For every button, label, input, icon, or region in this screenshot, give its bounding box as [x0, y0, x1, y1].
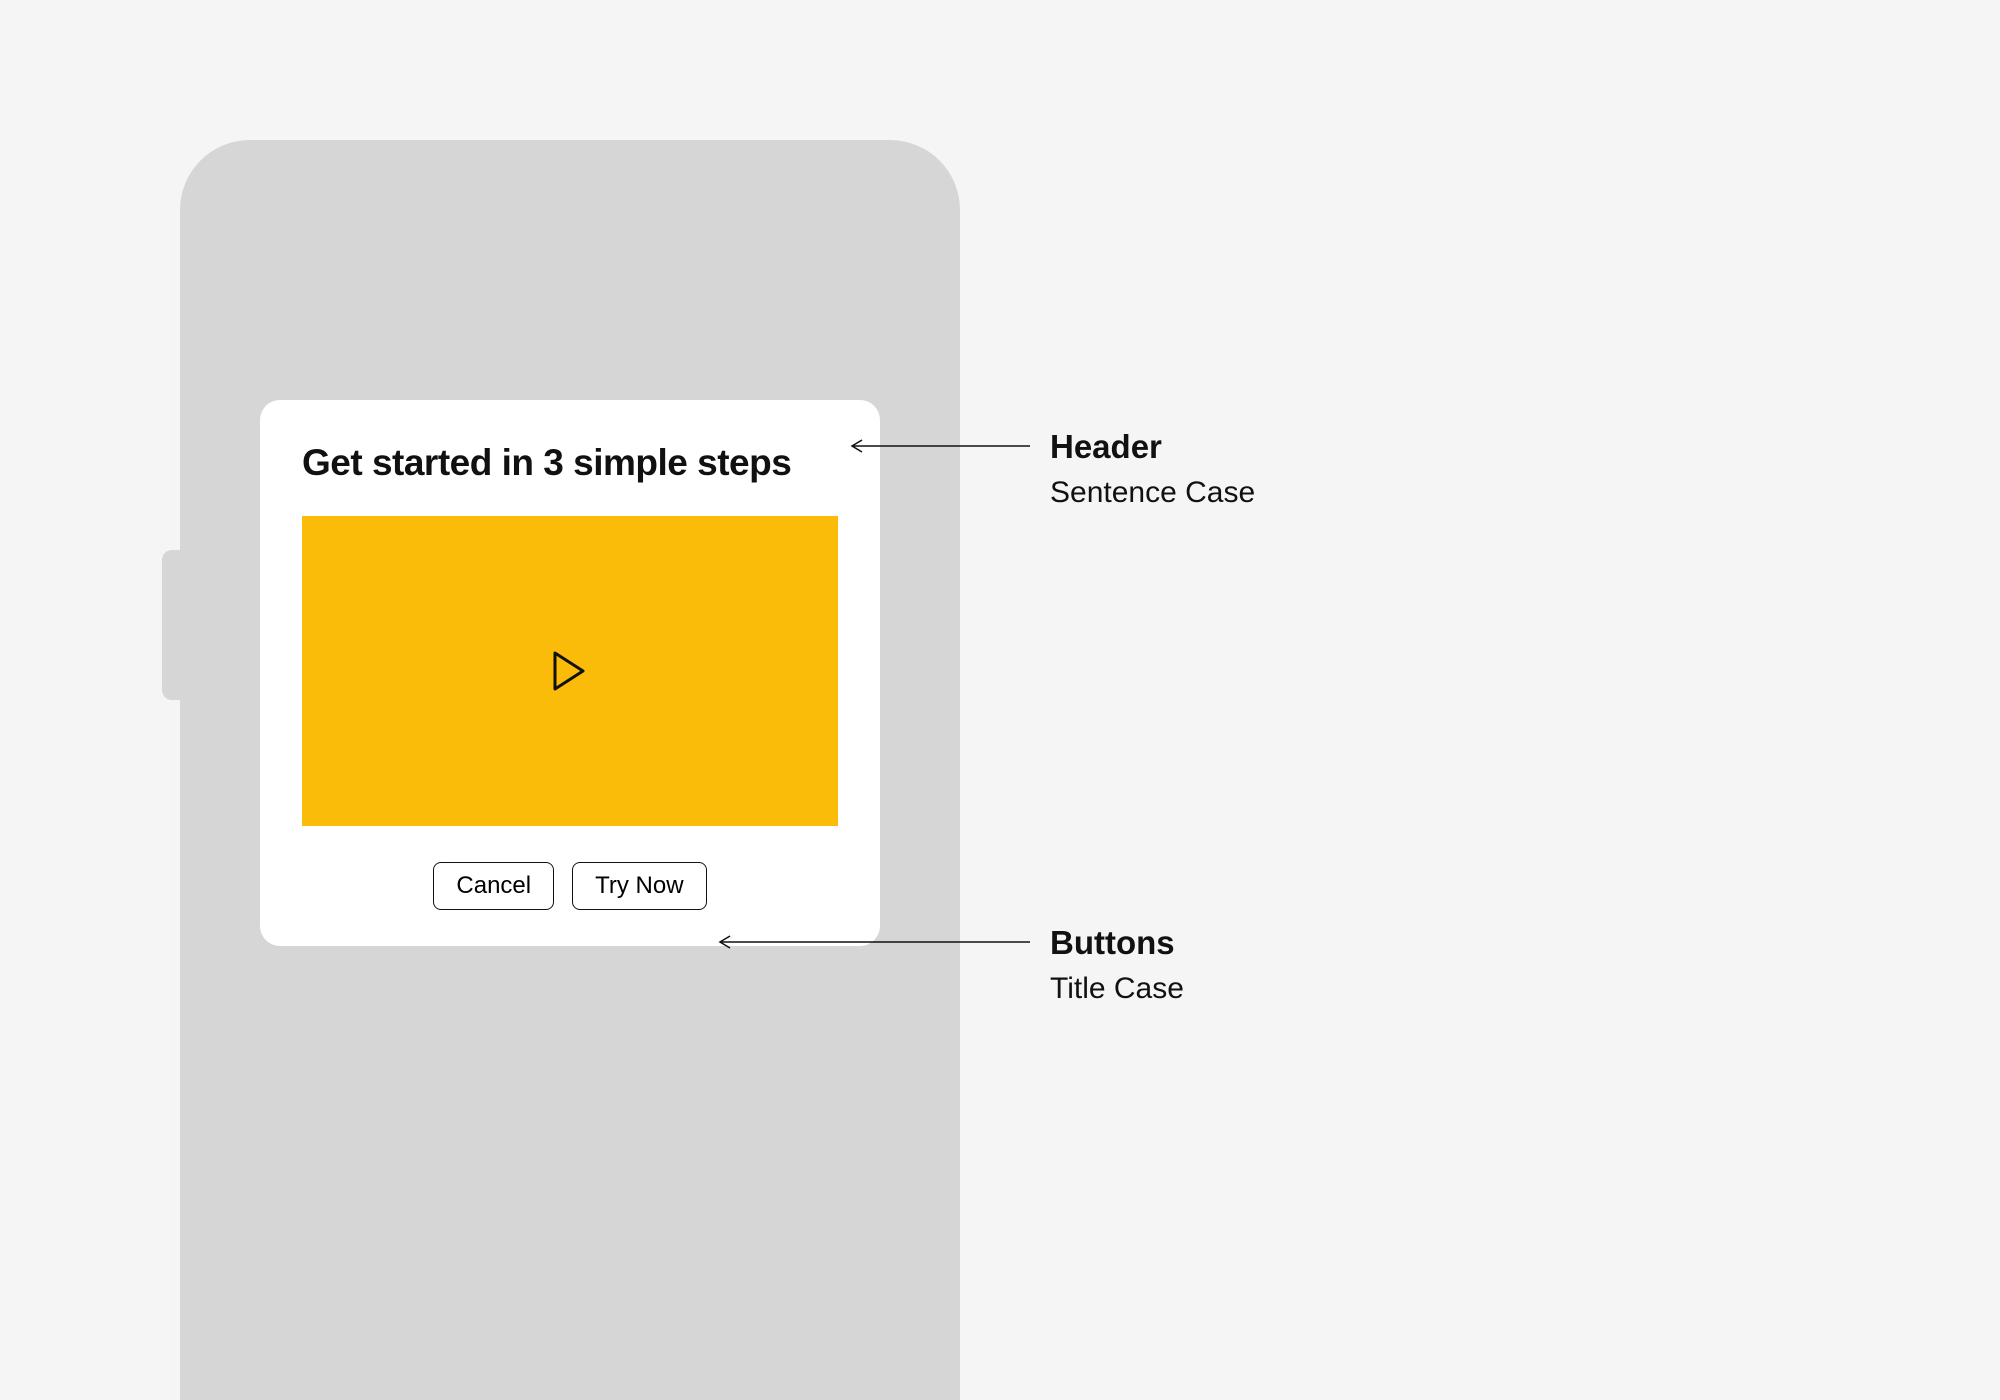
annotation-header-title: Header [1050, 428, 1255, 466]
modal-header: Get started in 3 simple steps [302, 442, 838, 484]
device-side-button [162, 550, 180, 700]
annotation-header: Header Sentence Case [1050, 428, 1255, 510]
annotation-buttons-title: Buttons [1050, 924, 1184, 962]
annotation-buttons: Buttons Title Case [1050, 924, 1184, 1006]
video-thumbnail[interactable] [302, 516, 838, 826]
annotation-buttons-sub: Title Case [1050, 972, 1184, 1006]
play-icon [551, 649, 589, 693]
annotation-header-sub: Sentence Case [1050, 476, 1255, 510]
onboarding-modal: Get started in 3 simple steps Cancel Try… [260, 400, 880, 946]
modal-button-row: Cancel Try Now [302, 862, 838, 910]
cancel-button[interactable]: Cancel [433, 862, 554, 910]
try-now-button[interactable]: Try Now [572, 862, 706, 910]
device-frame: Get started in 3 simple steps Cancel Try… [180, 140, 960, 1400]
